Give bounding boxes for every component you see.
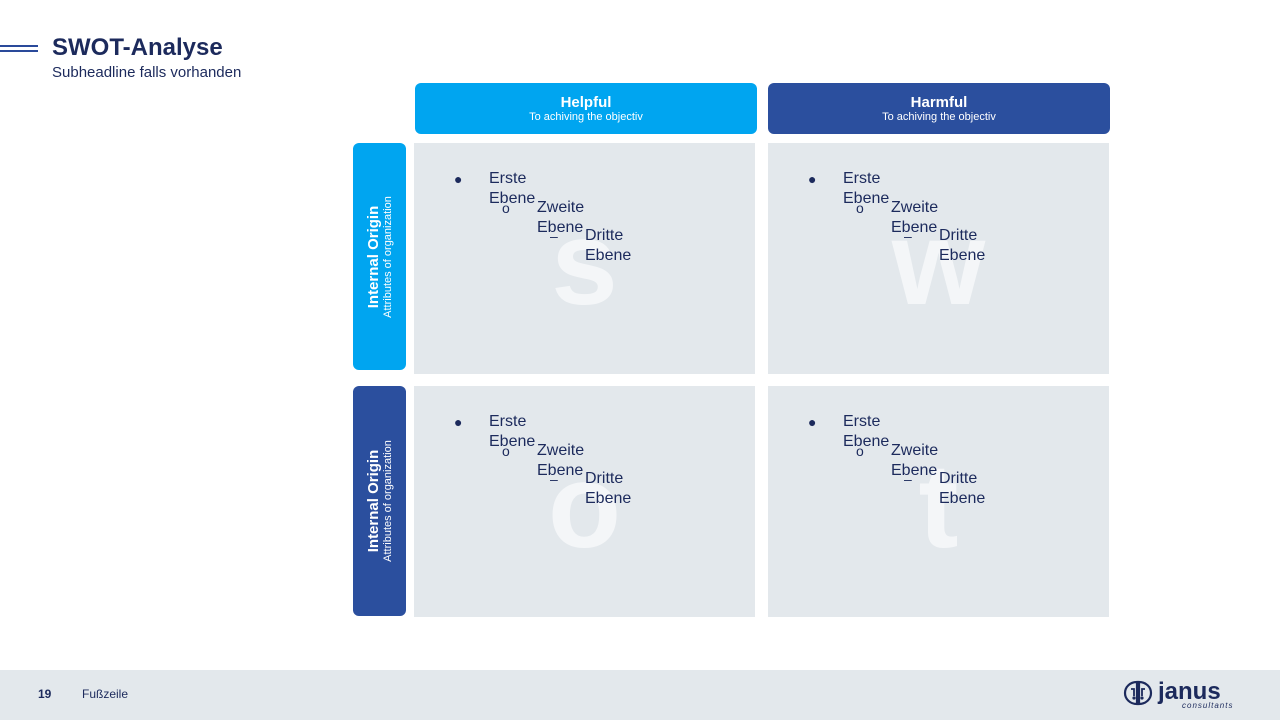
bullet-dash-icon: –: [904, 228, 912, 244]
row-header-sub: Attributes of organization: [381, 440, 394, 562]
bullet-dash-icon: –: [904, 471, 912, 487]
brain-logo-icon: [1123, 680, 1153, 706]
logo-subtitle: consultants: [1182, 701, 1234, 710]
row-header-external: Internal Origin Attributes of organizati…: [353, 386, 406, 616]
bullet-circle-icon: o: [502, 199, 510, 216]
page-number: 19: [38, 687, 52, 701]
row-header-label: Internal Origin: [364, 205, 382, 308]
page-title: SWOT-Analyse: [52, 34, 223, 61]
bullet-dash-icon: –: [550, 471, 558, 487]
footer-text: Fußzeile: [82, 687, 129, 701]
quadrant-threats: t ● Erste Ebene o Zweite Ebene – Dritte Ebe…: [768, 386, 1109, 617]
quadrant-weaknesses: w ● Erste Ebene o Zweite Ebene – Dritte Ebe…: [768, 143, 1109, 374]
row-header-label: Internal Origin: [364, 449, 382, 553]
janus-logo: janus consultants: [1122, 679, 1244, 711]
column-header-sub: To achiving the objectiv: [882, 110, 996, 123]
row-header-sub: Attributes of organization: [381, 195, 394, 318]
page-subtitle: Subheadline falls vorhanden: [52, 64, 242, 81]
bullet-dot-icon: ●: [808, 414, 817, 430]
bullet-dot-icon: ●: [454, 414, 463, 430]
footer-bar: 19 Fußzeile janus consultants: [0, 670, 1280, 720]
column-header-helpful: Helpful To achiving the objectiv: [415, 83, 757, 134]
bullet-dot-icon: ●: [808, 171, 817, 187]
column-header-harmful: Harmful To achiving the objectiv: [768, 83, 1110, 134]
title-accent-lines: [0, 45, 38, 55]
bullet-dash-icon: –: [550, 228, 558, 244]
column-header-sub: To achiving the objectiv: [529, 110, 643, 123]
quadrant-strengths: s ● Erste Ebene o Zweite Ebene – Dritte Ebe…: [414, 143, 755, 374]
column-header-label: Helpful: [560, 93, 612, 111]
column-header-label: Harmful: [910, 93, 968, 111]
bullet-circle-icon: o: [856, 199, 864, 216]
quadrant-opportunities: o ● Erste Ebene o Zweite Ebene – Dritte Ebe…: [414, 386, 755, 617]
row-header-internal: Internal Origin Attributes of organizati…: [353, 143, 406, 370]
bullet-dot-icon: ●: [454, 171, 463, 187]
bullet-circle-icon: o: [856, 442, 864, 459]
bullet-circle-icon: o: [502, 442, 510, 459]
